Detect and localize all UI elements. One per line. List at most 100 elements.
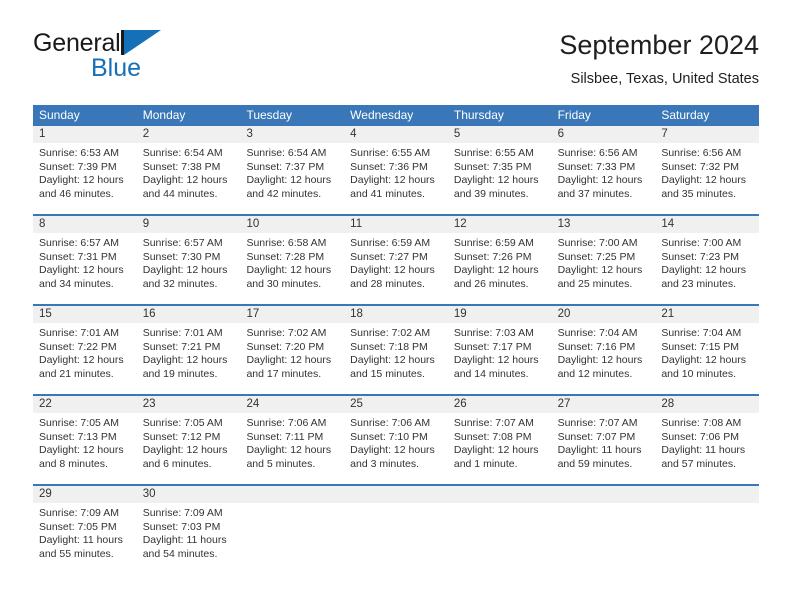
- daylight-duration-line1: Daylight: 12 hours: [39, 264, 124, 277]
- calendar-day-cell[interactable]: 19 Sunrise: 7:03 AM Sunset: 7:17 PM Dayligh…: [447, 306, 552, 394]
- sunrise-time: Sunrise: 6:55 AM: [350, 147, 431, 159]
- daylight-duration-line1: Daylight: 12 hours: [661, 174, 746, 187]
- calendar-day-cell[interactable]: 30 Sunrise: 7:09 AM Sunset: 7:03 PM Dayligh…: [136, 486, 241, 574]
- sunrise-time: Sunrise: 7:04 AM: [557, 327, 638, 339]
- calendar-day-cell[interactable]: 2 Sunrise: 6:54 AM Sunset: 7:38 PM Daylight…: [136, 126, 241, 214]
- calendar-day-cell[interactable]: 23 Sunrise: 7:05 AM Sunset: 7:12 PM Dayligh…: [136, 396, 241, 484]
- calendar-day-cell[interactable]: 26 Sunrise: 7:07 AM Sunset: 7:08 PM Dayligh…: [447, 396, 552, 484]
- calendar-day-cell[interactable]: 7 Sunrise: 6:56 AM Sunset: 7:32 PM Daylight…: [655, 126, 760, 214]
- calendar-day-cell[interactable]: 27 Sunrise: 7:07 AM Sunset: 7:07 PM Dayligh…: [551, 396, 656, 484]
- day-number: 15: [33, 306, 137, 323]
- daylight-duration-line2: and 28 minutes.: [350, 277, 425, 290]
- calendar-day-cell[interactable]: 20 Sunrise: 7:04 AM Sunset: 7:16 PM Dayligh…: [551, 306, 656, 394]
- daylight-duration-line1: Daylight: 12 hours: [557, 174, 643, 187]
- sunset-time: Sunset: 7:17 PM: [453, 340, 532, 353]
- calendar-day-cell[interactable]: 9 Sunrise: 6:57 AM Sunset: 7:30 PM Daylight…: [136, 216, 241, 304]
- daylight-duration-line2: and 6 minutes.: [142, 457, 212, 470]
- day-details: Sunrise: 6:54 AM Sunset: 7:37 PM Daylight:…: [240, 143, 344, 201]
- day-details: Sunrise: 7:04 AM Sunset: 7:16 PM Daylight:…: [552, 323, 656, 381]
- calendar-day-cell[interactable]: 10 Sunrise: 6:58 AM Sunset: 7:28 PM Dayligh…: [240, 216, 345, 304]
- daylight-duration-line2: and 59 minutes.: [557, 457, 633, 470]
- calendar-day-cell[interactable]: 16 Sunrise: 7:01 AM Sunset: 7:21 PM Dayligh…: [136, 306, 241, 394]
- sunrise-time: Sunrise: 7:00 AM: [661, 237, 742, 249]
- calendar-day-cell-empty: [655, 486, 760, 574]
- sunrise-time: Sunrise: 7:08 AM: [661, 417, 742, 429]
- sunset-time: Sunset: 7:35 PM: [453, 160, 532, 173]
- calendar-day-cell[interactable]: 8 Sunrise: 6:57 AM Sunset: 7:31 PM Daylight…: [33, 216, 137, 304]
- sunset-time: Sunset: 7:25 PM: [557, 250, 636, 263]
- calendar-day-cell[interactable]: 22 Sunrise: 7:05 AM Sunset: 7:13 PM Dayligh…: [33, 396, 137, 484]
- daylight-duration-line2: and 37 minutes.: [557, 187, 633, 200]
- calendar-day-cell[interactable]: 1 Sunrise: 6:53 AM Sunset: 7:39 PM Daylight…: [33, 126, 137, 214]
- brand-name-blue: Blue: [91, 54, 142, 82]
- sunrise-time: Sunrise: 6:53 AM: [39, 147, 119, 159]
- weekday-header-wednesday: Wednesday: [350, 108, 414, 122]
- day-details: Sunrise: 7:04 AM Sunset: 7:15 PM Daylight:…: [655, 323, 759, 381]
- day-number: [240, 486, 345, 503]
- sunset-time: Sunset: 7:36 PM: [350, 160, 428, 173]
- calendar-week-row: 8 Sunrise: 6:57 AM Sunset: 7:31 PM Daylight…: [33, 214, 760, 304]
- daylight-duration-line1: Daylight: 11 hours: [142, 534, 227, 547]
- day-number: 12: [447, 216, 552, 233]
- weekday-header-sunday: Sunday: [39, 108, 80, 122]
- sunrise-time: Sunrise: 7:09 AM: [39, 507, 119, 519]
- day-number: 9: [136, 216, 241, 233]
- brand-logo[interactable]: General Blue: [33, 28, 263, 90]
- daylight-duration-line1: Daylight: 12 hours: [142, 174, 228, 187]
- sunrise-time: Sunrise: 6:54 AM: [246, 147, 327, 159]
- daylight-duration-line2: and 46 minutes.: [39, 187, 114, 200]
- daylight-duration-line1: Daylight: 12 hours: [246, 264, 332, 277]
- day-details: [448, 503, 552, 507]
- calendar-day-cell-empty: [344, 486, 448, 574]
- calendar-day-cell[interactable]: 15 Sunrise: 7:01 AM Sunset: 7:22 PM Dayligh…: [33, 306, 137, 394]
- day-number: 21: [655, 306, 760, 323]
- weekday-header-friday: Friday: [557, 108, 591, 122]
- calendar-day-cell[interactable]: 21 Sunrise: 7:04 AM Sunset: 7:15 PM Dayligh…: [655, 306, 760, 394]
- calendar-day-cell[interactable]: 17 Sunrise: 7:02 AM Sunset: 7:20 PM Dayligh…: [240, 306, 345, 394]
- calendar-weeks: 1 Sunrise: 6:53 AM Sunset: 7:39 PM Daylight…: [33, 126, 760, 574]
- calendar-day-cell[interactable]: 12 Sunrise: 6:59 AM Sunset: 7:26 PM Dayligh…: [447, 216, 552, 304]
- calendar-day-cell[interactable]: 11 Sunrise: 6:59 AM Sunset: 7:27 PM Dayligh…: [344, 216, 448, 304]
- sunrise-time: Sunrise: 6:58 AM: [246, 237, 327, 249]
- calendar-day-cell[interactable]: 4 Sunrise: 6:55 AM Sunset: 7:36 PM Daylight…: [344, 126, 448, 214]
- daylight-duration-line1: Daylight: 12 hours: [350, 354, 435, 367]
- daylight-duration-line2: and 1 minute.: [453, 457, 518, 470]
- weekday-header-tuesday: Tuesday: [246, 108, 293, 122]
- calendar-week-row: 15 Sunrise: 7:01 AM Sunset: 7:22 PM Dayligh…: [33, 304, 760, 394]
- sunrise-time: Sunrise: 7:07 AM: [453, 417, 534, 429]
- day-number: 29: [33, 486, 137, 503]
- daylight-duration-line2: and 14 minutes.: [453, 367, 529, 380]
- day-number: 1: [33, 126, 137, 143]
- calendar-day-cell[interactable]: 6 Sunrise: 6:56 AM Sunset: 7:33 PM Daylight…: [551, 126, 656, 214]
- daylight-duration-line1: Daylight: 12 hours: [246, 444, 332, 457]
- calendar-day-cell[interactable]: 28 Sunrise: 7:08 AM Sunset: 7:06 PM Dayligh…: [655, 396, 760, 484]
- day-number: 28: [655, 396, 760, 413]
- weekday-header-row: Sunday Monday Tuesday Wednesday Thursday Frid…: [33, 105, 759, 126]
- day-number: 22: [33, 396, 137, 413]
- calendar-day-cell[interactable]: 24 Sunrise: 7:06 AM Sunset: 7:11 PM Dayligh…: [240, 396, 345, 484]
- day-details: Sunrise: 7:01 AM Sunset: 7:21 PM Daylight:…: [137, 323, 241, 381]
- calendar-day-cell[interactable]: 5 Sunrise: 6:55 AM Sunset: 7:35 PM Daylight…: [447, 126, 552, 214]
- daylight-duration-line2: and 39 minutes.: [453, 187, 529, 200]
- calendar-day-cell[interactable]: 14 Sunrise: 7:00 AM Sunset: 7:23 PM Dayligh…: [655, 216, 760, 304]
- daylight-duration-line2: and 19 minutes.: [142, 367, 218, 380]
- daylight-duration-line2: and 32 minutes.: [142, 277, 218, 290]
- day-number: 13: [551, 216, 656, 233]
- day-number: 26: [447, 396, 552, 413]
- day-number: 30: [136, 486, 241, 503]
- calendar-day-cell[interactable]: 29 Sunrise: 7:09 AM Sunset: 7:05 PM Dayligh…: [33, 486, 137, 574]
- calendar-day-cell[interactable]: 18 Sunrise: 7:02 AM Sunset: 7:18 PM Dayligh…: [344, 306, 448, 394]
- calendar-day-cell[interactable]: 25 Sunrise: 7:06 AM Sunset: 7:10 PM Dayligh…: [344, 396, 448, 484]
- sunset-time: Sunset: 7:22 PM: [39, 340, 117, 353]
- sunrise-time: Sunrise: 7:06 AM: [350, 417, 431, 429]
- sunrise-time: Sunrise: 6:54 AM: [142, 147, 223, 159]
- day-details: [655, 503, 759, 507]
- day-number: 11: [344, 216, 448, 233]
- daylight-duration-line1: Daylight: 12 hours: [142, 354, 228, 367]
- daylight-duration-line2: and 34 minutes.: [39, 277, 114, 290]
- calendar-day-cell[interactable]: 3 Sunrise: 6:54 AM Sunset: 7:37 PM Daylight…: [240, 126, 345, 214]
- day-details: [552, 503, 656, 507]
- daylight-duration-line1: Daylight: 12 hours: [557, 264, 643, 277]
- day-details: Sunrise: 7:06 AM Sunset: 7:10 PM Daylight:…: [344, 413, 448, 471]
- calendar-day-cell[interactable]: 13 Sunrise: 7:00 AM Sunset: 7:25 PM Dayligh…: [551, 216, 656, 304]
